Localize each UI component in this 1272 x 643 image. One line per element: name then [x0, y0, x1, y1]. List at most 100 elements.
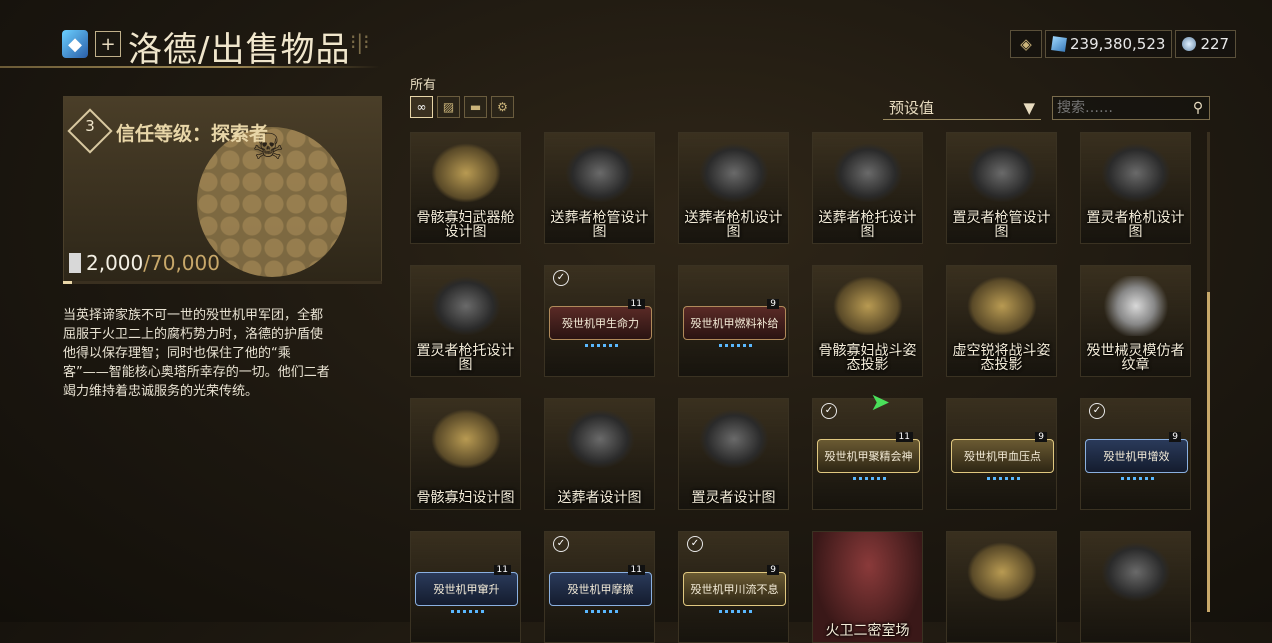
mod-card: 9 殁世机甲燃料补给	[683, 299, 786, 347]
expand-button[interactable]: +	[95, 31, 121, 57]
offering-tile[interactable]: 送葬者设计图	[544, 398, 655, 510]
owned-check-icon: ✓	[1089, 403, 1105, 419]
item-name: 送葬者枪管设计图	[550, 210, 649, 240]
offering-tile[interactable]: 送葬者枪机设计图	[678, 132, 789, 244]
mod-name: 殁世机甲摩擦	[567, 583, 634, 596]
offering-tile[interactable]: 置灵者枪托设计图	[410, 265, 521, 377]
item-name: 骨骸寡妇武器舱设计图	[416, 210, 515, 240]
offering-tile[interactable]: 火卫二密室场	[812, 531, 923, 643]
owned-check-icon: ✓	[687, 536, 703, 552]
sort-dropdown[interactable]: 预设值 ▼	[883, 96, 1041, 120]
item-name: 送葬者枪托设计图	[818, 210, 917, 240]
offering-tile[interactable]: 骨骸寡妇武器舱设计图	[410, 132, 521, 244]
syndicate-description: 当英择谛家族不可一世的殁世机甲军团，全都屈服于火卫二上的腐朽势力时，洛德的护盾使…	[63, 308, 330, 399]
offering-tile[interactable]: 置灵者枪管设计图	[946, 132, 1057, 244]
offering-tile[interactable]: 11 殁世机甲窜升	[410, 531, 521, 643]
offering-tile[interactable]: 送葬者枪托设计图	[812, 132, 923, 244]
item-name: 骨骸寡妇战斗姿态投影	[818, 343, 917, 373]
mod-rank: 11	[895, 432, 913, 442]
module-icon: ▬	[469, 100, 482, 114]
trust-level-title: 信任等级：探索者	[116, 123, 269, 145]
mod-rank: 9	[767, 299, 779, 309]
mod-card: 9 殁世机甲血压点	[951, 432, 1054, 480]
standing-icon	[69, 253, 81, 273]
item-name: 置灵者枪管设计图	[952, 210, 1051, 240]
mod-name: 殁世机甲川流不息	[690, 583, 779, 596]
search-icon[interactable]: ⚲	[1187, 100, 1209, 116]
item-name: 骨骸寡妇设计图	[416, 490, 515, 506]
mod-name: 殁世机甲窜升	[433, 583, 500, 596]
offering-tile[interactable]: ✓ 11 殁世机甲摩擦	[544, 531, 655, 643]
offering-tile[interactable]: 骨骸寡妇设计图	[410, 398, 521, 510]
offerings-grid: 骨骸寡妇武器舱设计图 送葬者枪管设计图 送葬者枪机设计图 送葬者枪托设计图 置灵者枪管设…	[410, 132, 1210, 643]
rank-number: 3	[85, 117, 95, 135]
mod-card: 11 殁世机甲聚精会神	[817, 432, 920, 480]
offering-tile[interactable]: 骨骸寡妇战斗姿态投影	[812, 265, 923, 377]
offering-tile[interactable]	[1080, 531, 1191, 643]
scrollbar-thumb[interactable]	[1207, 292, 1210, 612]
item-name: 置灵者枪托设计图	[416, 343, 515, 373]
aya-icon	[1182, 37, 1197, 51]
chevron-down-icon: ▼	[1023, 98, 1035, 117]
mod-rank: 9	[1035, 432, 1047, 442]
aya-balance: 227	[1175, 30, 1237, 58]
item-image	[1101, 143, 1171, 203]
owned-check-icon: ✓	[821, 403, 837, 419]
weapon-filter-button[interactable]: ▨	[437, 96, 460, 118]
gear-icon: ⚙	[497, 100, 508, 114]
standing-max: /70,000	[143, 251, 220, 275]
page-title: 洛德/出售物品	[128, 30, 351, 70]
mod-rank: 11	[627, 565, 645, 575]
mod-polarity-dots	[1121, 477, 1155, 480]
search-input[interactable]	[1053, 99, 1187, 117]
aya-amount: 227	[1200, 35, 1230, 53]
platinum-icon	[1051, 36, 1067, 52]
tag-icon[interactable]: ◈	[1010, 30, 1042, 58]
sort-value: 预设值	[889, 99, 935, 117]
offering-tile[interactable]: ✓ 11 殁世机甲聚精会神	[812, 398, 923, 510]
mod-polarity-dots	[987, 477, 1021, 480]
offering-tile[interactable]: 殁世械灵模仿者纹章	[1080, 265, 1191, 377]
item-image	[967, 276, 1037, 336]
item-image	[565, 409, 635, 469]
mod-polarity-dots	[585, 610, 619, 613]
platinum-amount: 239,380,523	[1070, 35, 1166, 53]
offering-tile[interactable]: 9 殁世机甲燃料补给	[678, 265, 789, 377]
item-image	[431, 409, 501, 469]
offering-tile[interactable]: 送葬者枪管设计图	[544, 132, 655, 244]
item-name: 虚空锐将战斗姿态投影	[952, 343, 1051, 373]
mod-card: 11 殁世机甲窜升	[415, 565, 518, 613]
offering-tile[interactable]: 置灵者设计图	[678, 398, 789, 510]
infinity-icon: ∞	[416, 100, 427, 114]
offering-tile[interactable]: ✓ 11 殁世机甲生命力	[544, 265, 655, 377]
offering-tile[interactable]	[946, 531, 1057, 643]
weapon-icon: ▨	[442, 100, 455, 114]
gear-filter-button[interactable]: ⚙	[491, 96, 514, 118]
mod-polarity-dots	[719, 344, 753, 347]
mod-rank: 11	[627, 299, 645, 309]
item-name: 殁世械灵模仿者纹章	[1086, 343, 1185, 373]
item-name: 置灵者枪机设计图	[1086, 210, 1185, 240]
item-name: 火卫二密室场	[825, 623, 910, 639]
offering-tile[interactable]: ✓ 9 殁世机甲增效	[1080, 398, 1191, 510]
item-image	[967, 542, 1037, 602]
mod-name: 殁世机甲血压点	[964, 450, 1041, 463]
mod-rank: 9	[767, 565, 779, 575]
filter-bar: ∞ ▨ ▬ ⚙	[410, 96, 514, 118]
standing-progress-bar	[63, 281, 382, 284]
offering-tile[interactable]: 置灵者枪机设计图	[1080, 132, 1191, 244]
offering-tile[interactable]: 9 殁世机甲血压点	[946, 398, 1057, 510]
title-ornament: ⁝|⁝	[350, 30, 370, 54]
standing-progress-fill	[63, 281, 73, 284]
offering-tile[interactable]: 虚空锐将战斗姿态投影	[946, 265, 1057, 377]
item-name: 置灵者设计图	[691, 490, 776, 506]
header-divider	[0, 66, 380, 68]
offering-tile[interactable]: ✓ 9 殁世机甲川流不息	[678, 531, 789, 643]
module-filter-button[interactable]: ▬	[464, 96, 487, 118]
mod-rank: 11	[493, 565, 511, 575]
item-image	[431, 276, 501, 336]
mod-polarity-dots	[451, 610, 485, 613]
owned-check-icon: ✓	[553, 536, 569, 552]
syndicate-icon: ◆	[62, 30, 88, 58]
infinity-filter-button[interactable]: ∞	[410, 96, 433, 118]
